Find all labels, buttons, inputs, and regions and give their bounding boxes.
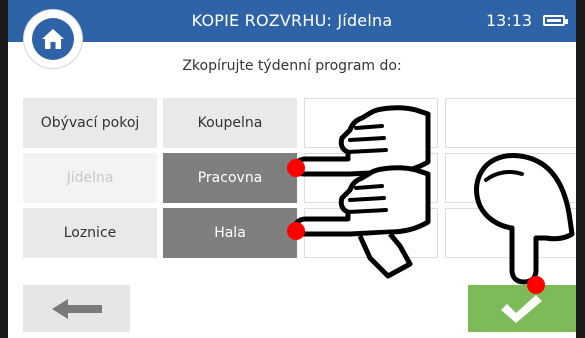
room-empty-slot [445, 208, 576, 258]
room-loznice-button[interactable]: Loznice [23, 208, 157, 258]
room-jidelna-button: Jídelna [23, 153, 157, 203]
room-koupelna-button[interactable]: Koupelna [163, 98, 297, 148]
device-frame-left [0, 0, 8, 338]
room-empty-slot [445, 153, 576, 203]
room-hala-button[interactable]: Hala [163, 208, 297, 258]
clock: 13:13 [486, 11, 533, 30]
home-icon [32, 18, 74, 60]
battery-full-icon [543, 15, 568, 26]
confirm-button[interactable] [468, 285, 576, 332]
title-bar: KOPIE ROZVRHU: Jídelna 13:13 [8, 0, 576, 42]
room-pracovna-button[interactable]: Pracovna [163, 153, 297, 203]
room-empty-slot [304, 208, 438, 258]
room-empty-slot [304, 98, 438, 148]
arrow-left-icon [52, 299, 102, 319]
room-empty-slot [445, 98, 576, 148]
screen: KOPIE ROZVRHU: Jídelna 13:13 Zkopírujte … [8, 0, 576, 338]
checkmark-icon [501, 295, 542, 323]
instruction-text: Zkopírujte týdenní program do: [182, 58, 402, 74]
back-button[interactable] [23, 285, 130, 332]
room-empty-slot [304, 153, 438, 203]
device-frame-right [576, 0, 585, 338]
room-obyvaci-pokoj-button[interactable]: Obývací pokoj [23, 98, 157, 148]
